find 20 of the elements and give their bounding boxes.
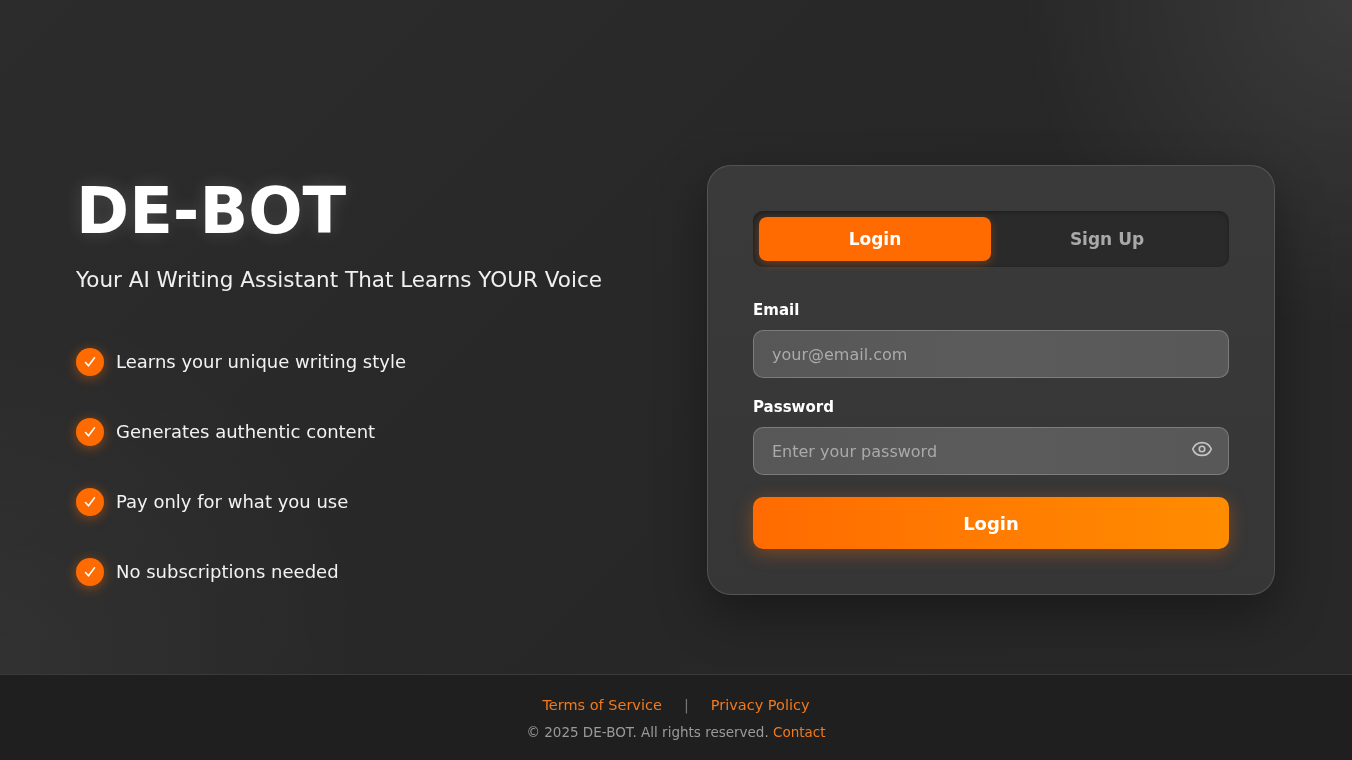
check-circle-icon: [76, 417, 104, 446]
email-field[interactable]: your@email.com: [753, 330, 1229, 378]
feature-text: Learns your unique writing style: [116, 349, 406, 374]
contact-link[interactable]: Contact: [773, 724, 826, 740]
tagline: Your AI Writing Assistant That Learns YOUR Voice: [76, 265, 602, 294]
check-circle-icon: [76, 487, 104, 516]
copyright-text: © 2025 DE-BOT. All rights reserved. Contact: [526, 723, 826, 742]
brand-title: DE-BOT: [76, 172, 347, 249]
password-field[interactable]: Enter your password: [753, 427, 1229, 475]
auth-tab[interactable]: Sign Up: [991, 217, 1223, 261]
footer-link[interactable]: Terms of Service: [542, 695, 662, 715]
check-circle-icon: [76, 347, 104, 376]
feature-text: No subscriptions needed: [116, 559, 339, 584]
check-circle-icon: [76, 557, 104, 586]
link-separator: |: [683, 696, 689, 715]
field-label: Password: [753, 398, 834, 416]
field-label: Email: [753, 301, 800, 319]
footer-link[interactable]: Privacy Policy: [710, 695, 810, 715]
feature-text: Pay only for what you use: [116, 489, 349, 514]
feature-text: Generates authentic content: [116, 419, 376, 444]
